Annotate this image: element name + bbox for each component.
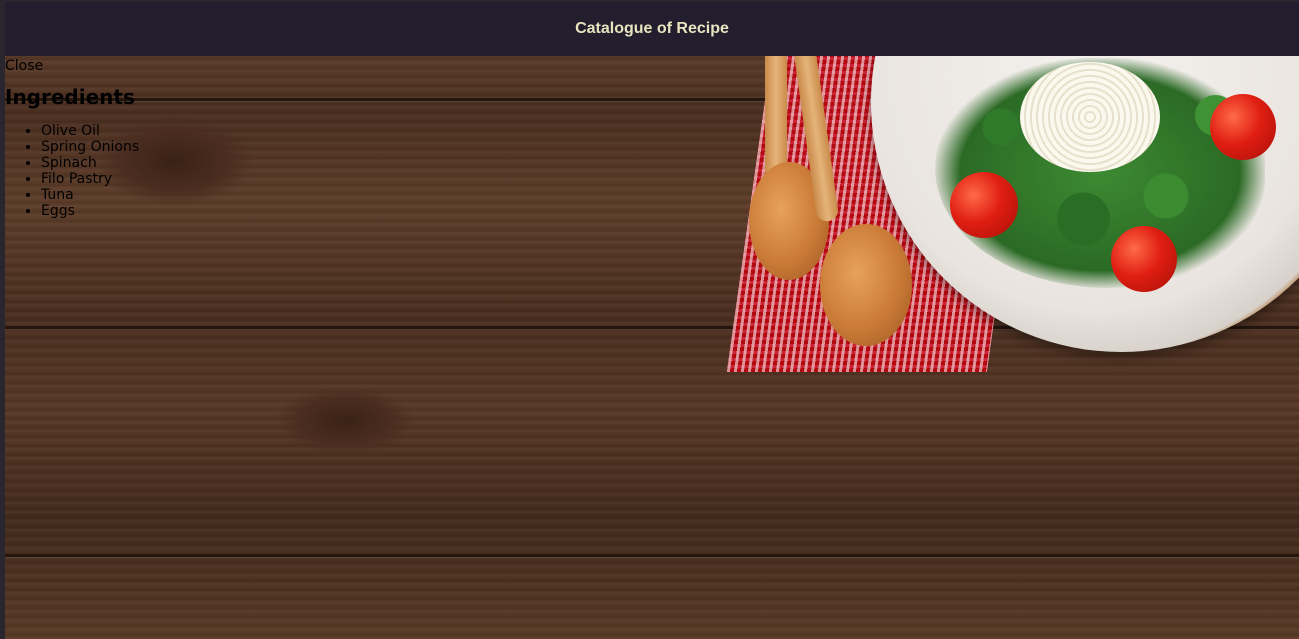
spoon-bowl — [820, 224, 912, 346]
tomato — [1111, 226, 1177, 292]
ingredient-item: Eggs — [41, 203, 139, 219]
ingredient-item: Filo Pastry — [41, 171, 139, 187]
ingredient-item: Spring Onions — [41, 139, 139, 155]
ingredient-item: Olive Oil — [41, 123, 139, 139]
ingredient-item: Spinach — [41, 155, 139, 171]
page-header: Catalogue of Recipe — [5, 2, 1299, 56]
page-title: Catalogue of Recipe — [575, 20, 729, 37]
tomato — [1210, 94, 1276, 160]
tomato — [950, 172, 1018, 238]
ingredient-item: Tuna — [41, 187, 139, 203]
salad-cheese — [1020, 62, 1160, 172]
ingredients-heading: Ingredients — [5, 85, 135, 109]
close-button[interactable]: Close — [5, 58, 139, 75]
ingredients-panel: Close Ingredients Olive Oil Spring Onion… — [5, 56, 139, 219]
ingredients-list: Olive Oil Spring Onions Spinach Filo Pas… — [5, 123, 139, 219]
spoon-handle — [765, 42, 787, 182]
browser-frame: Catalogue of Recipe Close Ingredients Ol… — [0, 0, 1299, 639]
plank-seam — [5, 554, 1299, 557]
wood-knot — [275, 386, 415, 456]
page-viewport: Catalogue of Recipe Close Ingredients Ol… — [5, 2, 1299, 639]
